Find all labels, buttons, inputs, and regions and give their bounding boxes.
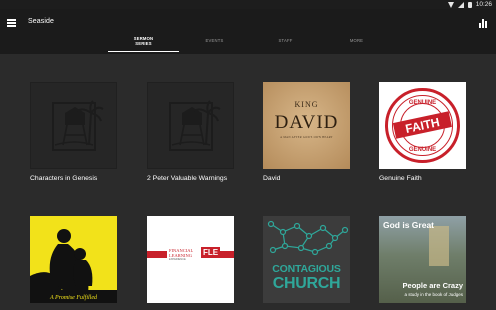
series-thumbnail <box>147 82 234 169</box>
series-card[interactable]: God is Great People are Crazy a study in… <box>379 216 471 310</box>
silhouette-art-icon <box>30 229 117 303</box>
art-top-text: KING <box>294 100 319 109</box>
series-card[interactable]: KING DAVID A MAN AFTER GOD'S OWN HEART D… <box>263 82 355 197</box>
series-thumbnail: FINANCIAL LEARNING EXPERIENCE FLE <box>147 216 234 303</box>
art-top-text: GENUINE <box>409 100 436 106</box>
series-title: Characters in Genesis <box>30 175 98 182</box>
series-thumbnail: A Promise Fulfilled <box>30 216 117 303</box>
series-card[interactable]: FINANCIAL LEARNING EXPERIENCE FLE <box>147 216 239 310</box>
art-bottom-text: GENUINE <box>409 147 436 153</box>
tab-label: SERMON SERIES <box>133 35 154 46</box>
series-title: Genuine Faith <box>379 175 422 182</box>
status-bar: 10:26 <box>0 0 496 9</box>
sermon-series-grid: Characters in Genesis 2 Peter Valuable W… <box>0 54 496 310</box>
series-title: 2 Peter Valuable Warnings <box>147 175 228 182</box>
art-line-2: CHURCH <box>272 275 341 292</box>
art-middle-text: People are Crazy <box>402 281 463 290</box>
series-thumbnail <box>30 82 117 169</box>
art-line-1: CONTAGIOUS <box>272 263 341 275</box>
art-sub-text: A MAN AFTER GOD'S OWN HEART <box>280 136 333 139</box>
status-time: 10:26 <box>475 1 492 8</box>
tab-events[interactable]: EVENTS <box>179 29 250 52</box>
wifi-icon <box>448 1 455 8</box>
series-thumbnail: KING DAVID A MAN AFTER GOD'S OWN HEART <box>263 82 350 169</box>
art-building <box>429 226 449 266</box>
series-thumbnail: FAITH GENUINE GENUINE <box>379 82 466 169</box>
art-caption: A Promise Fulfilled <box>50 295 97 301</box>
hamburger-menu-icon[interactable] <box>6 17 18 29</box>
tab-label: MORE <box>349 38 364 43</box>
lifeguard-tower-logo-icon <box>52 100 104 151</box>
series-card[interactable]: A Promise Fulfilled <box>30 216 122 310</box>
tab-label: EVENTS <box>205 38 224 43</box>
art-line-3: EXPERIENCE <box>169 258 186 261</box>
art-bottom-text: a study in the book of Judges <box>404 292 463 297</box>
status-icons: 10:26 <box>448 0 492 9</box>
battery-icon <box>468 1 472 8</box>
tab-staff[interactable]: STAFF <box>250 29 321 52</box>
tab-label: STAFF <box>278 38 293 43</box>
series-thumbnail: God is Great People are Crazy a study in… <box>379 216 466 303</box>
art-badge: FLE <box>201 247 221 258</box>
bar-chart-icon[interactable] <box>479 18 489 28</box>
active-tab-indicator <box>108 50 179 52</box>
series-title: David <box>263 175 281 182</box>
tab-sermon-series[interactable]: SERMON SERIES <box>108 29 179 52</box>
series-card[interactable]: CONTAGIOUS CHURCH <box>263 216 355 310</box>
series-card[interactable]: Characters in Genesis <box>30 82 122 197</box>
series-card[interactable]: FAITH GENUINE GENUINE Genuine Faith <box>379 82 471 197</box>
lifeguard-tower-logo-icon <box>169 100 221 151</box>
art-top-text: God is Great <box>383 220 435 230</box>
app-title: Seaside <box>28 18 54 25</box>
series-thumbnail: CONTAGIOUS CHURCH <box>263 216 350 303</box>
tab-more[interactable]: MORE <box>321 29 392 52</box>
art-red-bar-right <box>219 251 234 258</box>
art-main-text: DAVID <box>274 112 339 133</box>
genuine-faith-stamp-icon: FAITH GENUINE GENUINE <box>385 88 460 163</box>
art-red-bar <box>147 251 167 258</box>
signal-icon <box>458 1 465 8</box>
series-card[interactable]: 2 Peter Valuable Warnings <box>147 82 239 197</box>
